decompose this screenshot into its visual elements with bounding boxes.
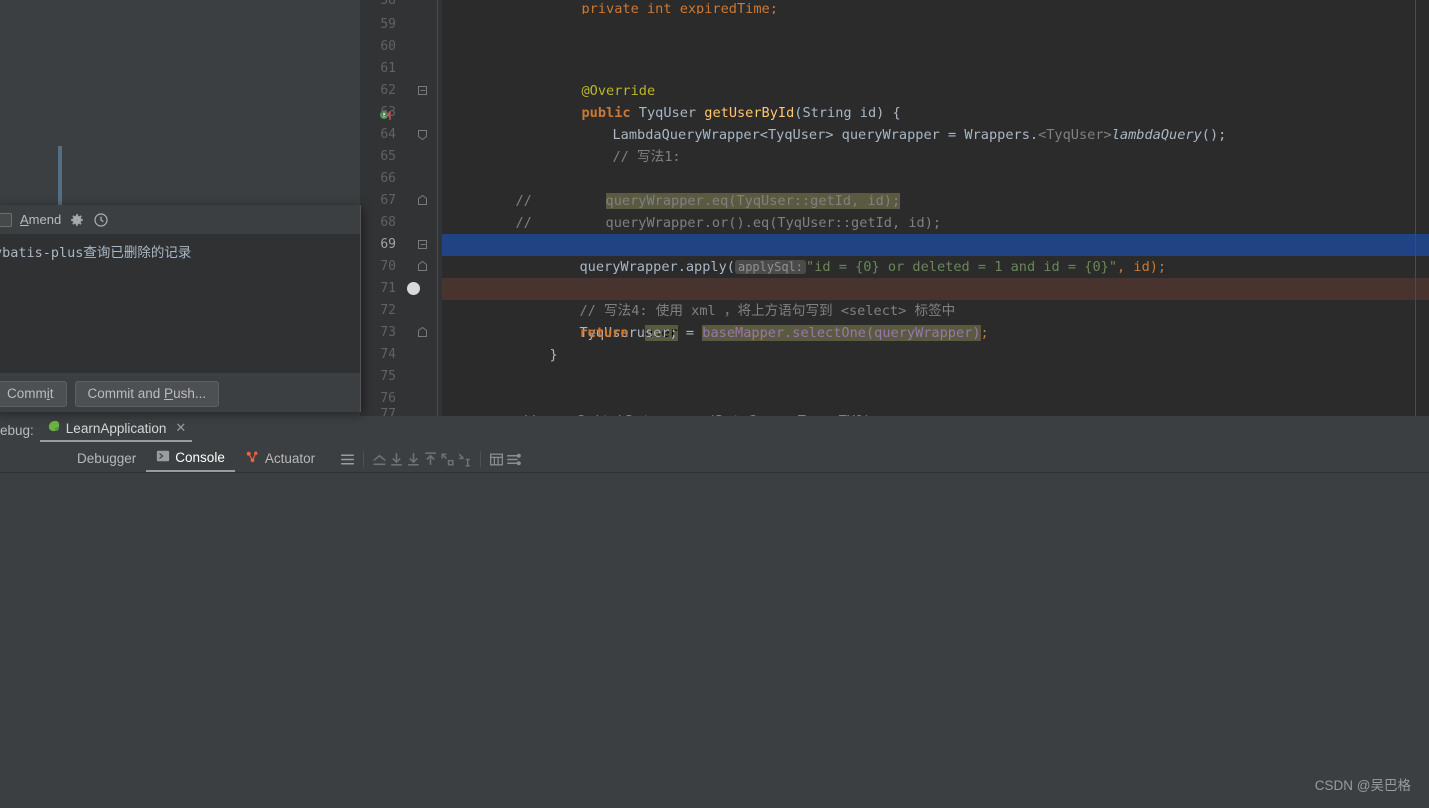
commit-dialog[interactable]: Amend ybatis-plus查询已删除的记录 Commit Commit … (0, 205, 361, 412)
debug-header: ebug: LearnApplication ✕ (0, 416, 1429, 442)
commit-message-text: ybatis-plus查询已删除的记录 (0, 245, 192, 261)
code-line-66: // queryWrapper.or().eq(TyqUser::getId, … (58, 168, 1429, 231)
debug-title: ebug: (0, 423, 34, 438)
code-line-62: public TyqUser getUserById(String id) { (581, 105, 901, 121)
debugger-icon (58, 450, 72, 467)
settings-list-icon[interactable] (505, 451, 522, 468)
code-line-71-breakpoint: TyqUser user = baseMapper.selectOne(quer… (407, 278, 1429, 341)
tab-console-label: Console (175, 449, 225, 465)
tab-debugger-label: Debugger (77, 450, 137, 466)
actuator-icon (245, 449, 260, 467)
debug-tool-window: ebug: LearnApplication ✕ Debugger Consol… (0, 416, 1429, 808)
code-line-61: @Override (442, 58, 1429, 99)
commit-and-push-button[interactable]: Commit and Push... (74, 381, 220, 407)
editor-right-border (1415, 0, 1416, 416)
scroll-to-top-icon[interactable] (422, 451, 439, 468)
ide-window: private int expiredTime; @Override publi… (0, 0, 1429, 808)
tab-console[interactable]: Console (146, 447, 235, 472)
code-line-67: // 写法2: (58, 190, 1429, 253)
fold-marker[interactable] (417, 327, 428, 338)
fold-marker[interactable] (417, 261, 428, 272)
gear-icon[interactable] (69, 212, 85, 228)
up-stack-icon[interactable] (439, 451, 456, 468)
history-icon[interactable] (93, 212, 109, 228)
code-line-72: return user; (442, 300, 1429, 341)
amend-label: Amend (20, 212, 62, 227)
commit-toolbar: Amend (0, 205, 360, 235)
code-line-69-selected: // 写法3: 使用@Select("select * from user wh… (58, 234, 1429, 297)
code-line-65: // queryWrapper.eq(TyqUser::getId, id); (58, 146, 1429, 209)
commit-message-input[interactable]: ybatis-plus查询已删除的记录 (0, 235, 360, 373)
debug-toolbar: Debugger Console Actuator (0, 446, 1429, 473)
tab-actuator-label: Actuator (264, 450, 316, 466)
code-token: private int expiredTime; (581, 1, 778, 14)
code-line-73: } (442, 322, 1429, 363)
commit-dialog-buttons: Commit Commit and Push... (0, 380, 220, 408)
code-line-68: queryWrapper.apply(applySql: "id = {0} or… (58, 212, 1429, 275)
tab-debugger[interactable]: Debugger (48, 448, 146, 471)
soft-wrap-icon[interactable] (371, 451, 388, 468)
debug-session-name: LearnApplication (65, 420, 167, 436)
console-icon (156, 449, 170, 466)
amend-checkbox[interactable] (0, 212, 12, 227)
commit-button[interactable]: Commit (0, 381, 67, 407)
code-line-70: // 写法4: 使用 xml ，将上方语句写到 <select> 标签中 (58, 256, 1429, 319)
debug-session-tab[interactable]: LearnApplication ✕ (39, 417, 193, 442)
watermark: CSDN @吴巴格 (1314, 778, 1411, 793)
down-stack-icon[interactable] (456, 451, 473, 468)
menu-icon[interactable] (339, 451, 356, 468)
code-line-76: // @SwitchDatasource(DataSourceType.TYQ) (442, 388, 1429, 416)
code-line-58: private int expiredTime; (442, 0, 1429, 14)
scroll-to-end-icon[interactable] (405, 451, 422, 468)
tab-actuator[interactable]: Actuator (235, 447, 325, 471)
code-line-64: // 写法1: (442, 124, 1429, 165)
close-icon[interactable]: ✕ (175, 420, 186, 436)
gutter-numbers: 58 59 60 61 62 63 64 65 66 67 68 69 70 7… (360, 0, 442, 416)
spring-boot-icon (46, 419, 61, 437)
fold-marker[interactable] (417, 85, 428, 96)
code-line-63: LambdaQueryWrapper<TyqUser> queryWrapper… (442, 102, 1429, 143)
fold-marker[interactable] (417, 195, 428, 206)
scroll-down-icon[interactable] (388, 451, 405, 468)
change-marker[interactable] (58, 168, 62, 190)
fold-marker[interactable] (417, 239, 428, 250)
change-marker[interactable] (58, 146, 62, 168)
fold-marker[interactable] (417, 129, 428, 140)
table-view-icon[interactable] (488, 451, 505, 468)
code-content[interactable]: private int expiredTime; @Override publi… (58, 0, 1429, 416)
